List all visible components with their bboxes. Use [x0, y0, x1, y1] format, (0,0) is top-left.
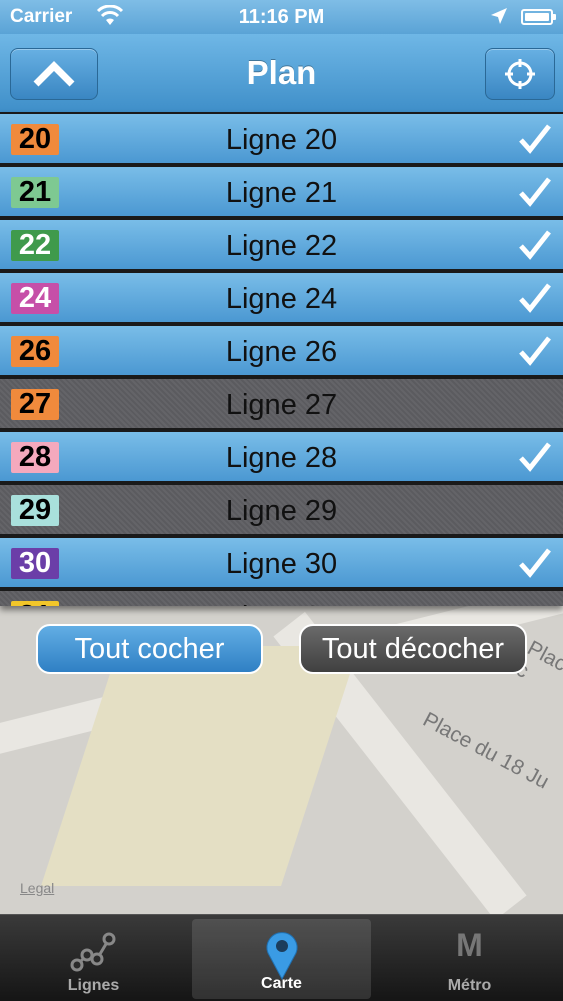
check-all-button[interactable]: Tout cocher — [36, 624, 263, 674]
line-label: Ligne 31 — [0, 601, 563, 606]
line-label: Ligne 29 — [225, 495, 338, 527]
locate-button[interactable] — [485, 48, 555, 100]
line-row[interactable]: 24 Ligne 24 — [0, 271, 563, 324]
line-row[interactable]: 22 Ligne 22 — [0, 218, 563, 271]
line-row[interactable]: 26 Ligne 26 — [0, 324, 563, 377]
line-label: Ligne 20 — [225, 124, 338, 156]
line-row[interactable]: 27 Ligne 27 — [0, 377, 563, 430]
map-area — [41, 646, 359, 886]
battery-icon — [521, 9, 556, 25]
page-title: Plan — [246, 54, 317, 91]
tab-carte[interactable]: Carte — [192, 919, 371, 999]
line-label: Ligne 21 — [225, 177, 338, 209]
line-row[interactable]: 21 Ligne 21 — [0, 165, 563, 218]
line-label: Ligne 22 — [225, 230, 338, 262]
checkmark-icon — [519, 548, 551, 578]
tab-label: Carte — [261, 975, 302, 992]
metro-m-icon: M — [456, 927, 483, 963]
tab-label: Métro — [447, 977, 492, 994]
checkmark-icon — [519, 230, 551, 260]
line-row[interactable]: 28 Ligne 28 — [0, 430, 563, 483]
line-list[interactable]: 20 Ligne 20 21 Ligne 21 22 Ligne 22 24 Ligne 24… — [0, 112, 563, 606]
line-label: Ligne 28 — [225, 442, 338, 474]
legal-link[interactable]: Legal — [20, 880, 54, 896]
line-row[interactable]: 31Ligne 31 — [0, 589, 563, 606]
checkmark-icon — [519, 336, 551, 366]
tab-label: Lignes — [67, 977, 120, 994]
map-pin-icon — [266, 932, 297, 981]
status-time: 11:16 PM — [238, 6, 325, 28]
status-bar: Carrier 11:16 PM — [0, 0, 563, 34]
tab-lignes[interactable]: Lignes — [0, 915, 187, 1001]
crosshair-icon — [505, 59, 535, 89]
checkmark-icon — [519, 283, 551, 313]
navigation-bar: Plan — [0, 34, 563, 113]
line-label: Ligne 30 — [225, 548, 338, 580]
line-row[interactable]: 30 Ligne 30 — [0, 536, 563, 589]
tab-bar: Lignes Carte M Métro — [0, 914, 563, 1001]
location-arrow-icon — [491, 8, 507, 24]
map-street-label: Place du 18 Ju — [419, 708, 553, 794]
tab-metro[interactable]: M Métro — [376, 915, 563, 1001]
line-row[interactable]: 29 Ligne 29 — [0, 483, 563, 536]
line-row[interactable]: 20 Ligne 20 — [0, 112, 563, 165]
checkmark-icon — [519, 177, 551, 207]
line-label: Ligne 27 — [225, 389, 338, 421]
checkmark-icon — [519, 442, 551, 472]
line-label: Ligne 24 — [225, 283, 338, 315]
uncheck-all-button[interactable]: Tout décocher — [299, 624, 527, 674]
line-label: Ligne 26 — [225, 336, 338, 368]
route-nodes-icon — [70, 932, 115, 972]
checkmark-icon — [519, 124, 551, 154]
